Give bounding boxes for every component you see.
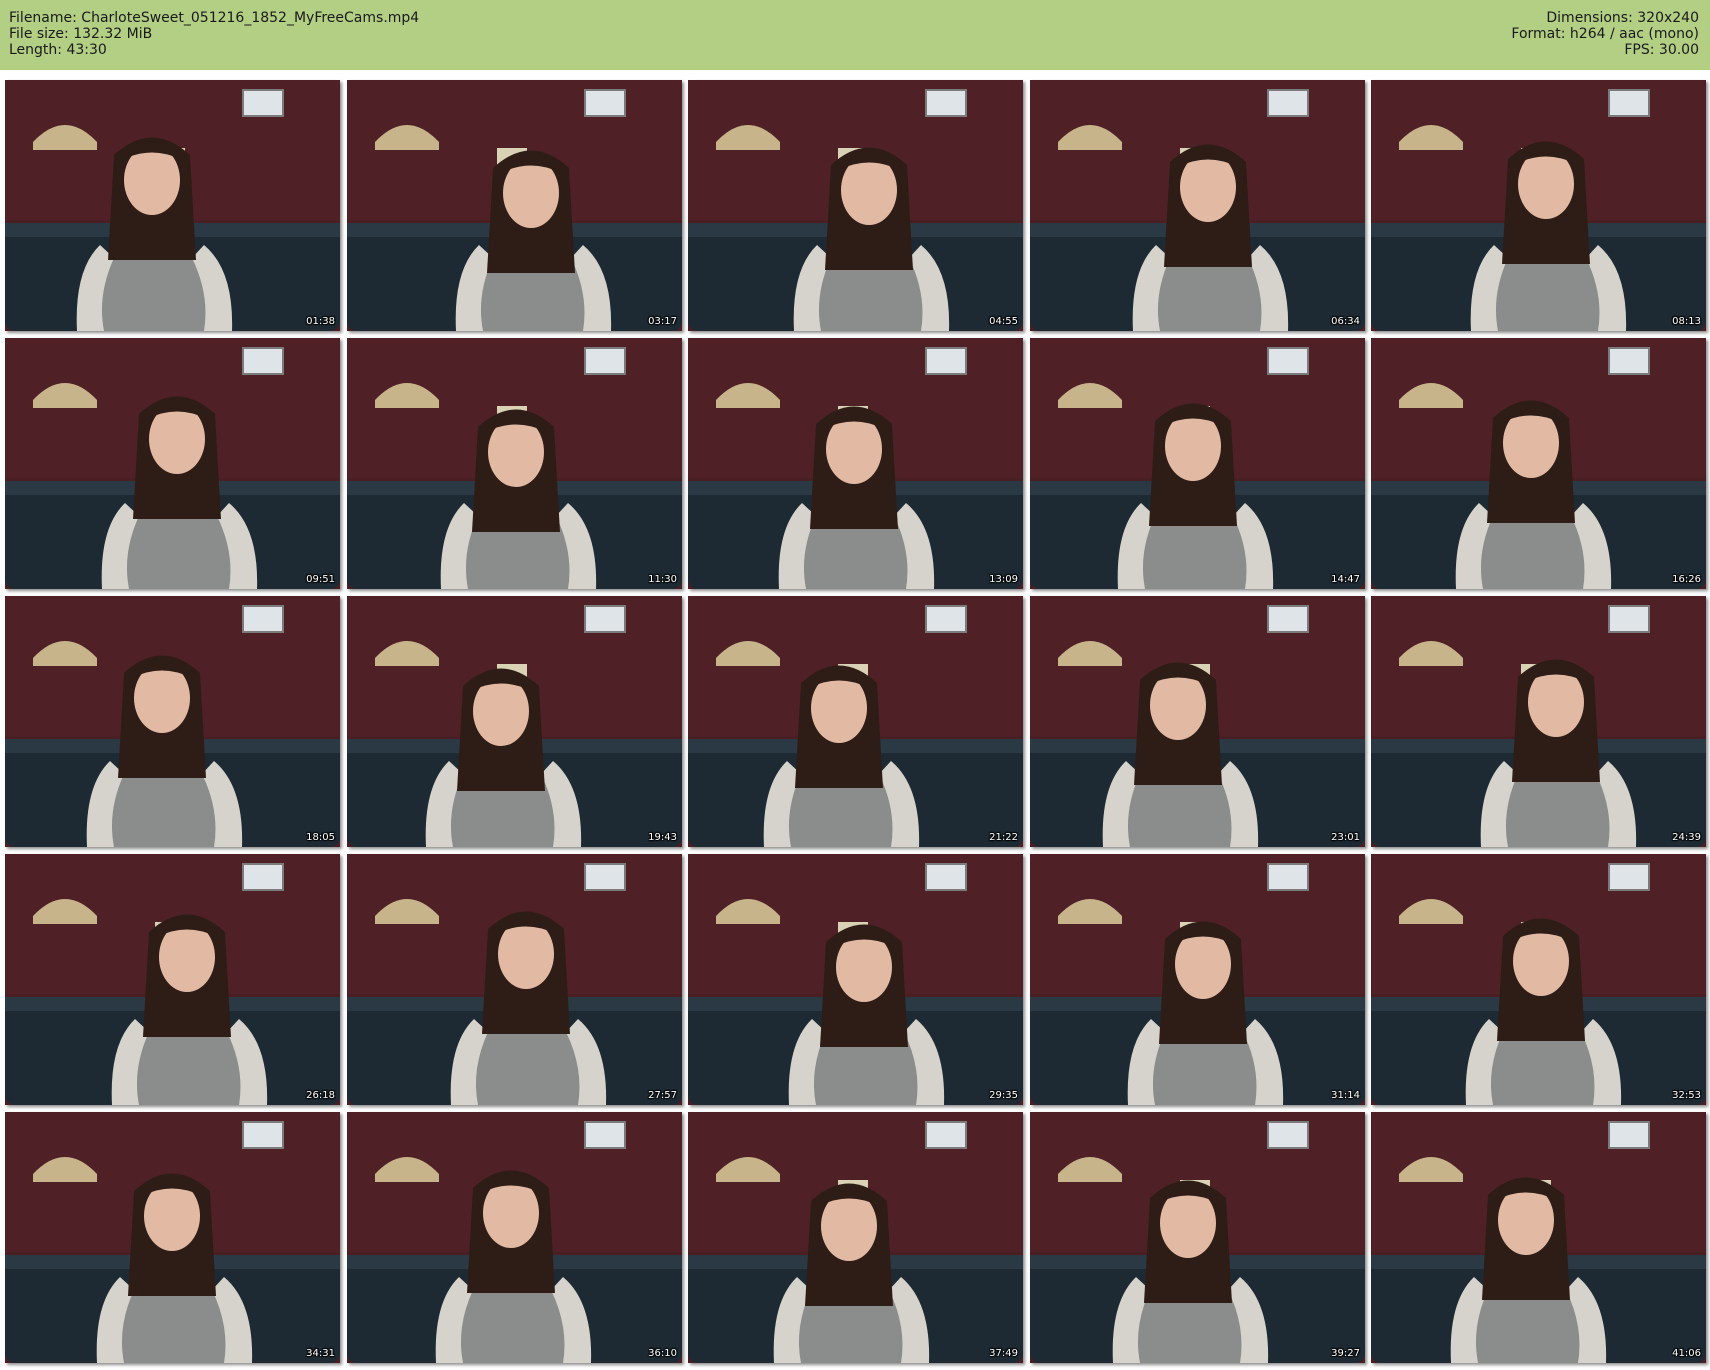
video-thumbnail: 26:18 bbox=[5, 854, 340, 1105]
thumbnail-timestamp: 26:18 bbox=[306, 1090, 335, 1101]
video-thumbnail: 32:53 bbox=[1371, 854, 1706, 1105]
video-frame bbox=[5, 80, 340, 331]
thumbnail-timestamp: 16:26 bbox=[1672, 574, 1701, 585]
dimensions-text: Dimensions: 320x240 bbox=[1546, 10, 1699, 26]
video-frame bbox=[347, 338, 682, 589]
thumbnail-timestamp: 08:13 bbox=[1672, 316, 1701, 327]
header-right-info: Dimensions: 320x240 Format: h264 / aac (… bbox=[1511, 10, 1699, 58]
video-frame bbox=[1030, 80, 1365, 331]
filename-text: Filename: CharloteSweet_051216_1852_MyFr… bbox=[9, 10, 420, 26]
video-thumbnail: 04:55 bbox=[688, 80, 1023, 331]
video-thumbnail: 06:34 bbox=[1030, 80, 1365, 331]
video-thumbnail: 36:10 bbox=[347, 1112, 682, 1363]
video-frame bbox=[688, 338, 1023, 589]
thumbnail-timestamp: 27:57 bbox=[648, 1090, 677, 1101]
video-thumbnail: 31:14 bbox=[1030, 854, 1365, 1105]
video-frame bbox=[688, 80, 1023, 331]
video-thumbnail: 09:51 bbox=[5, 338, 340, 589]
video-thumbnail: 41:06 bbox=[1371, 1112, 1706, 1363]
video-thumbnail: 23:01 bbox=[1030, 596, 1365, 847]
video-thumbnail: 11:30 bbox=[347, 338, 682, 589]
video-thumbnail: 21:22 bbox=[688, 596, 1023, 847]
video-frame bbox=[1030, 1112, 1365, 1363]
thumbnail-timestamp: 34:31 bbox=[306, 1348, 335, 1359]
thumbnail-timestamp: 06:34 bbox=[1331, 316, 1360, 327]
thumbnail-timestamp: 36:10 bbox=[648, 1348, 677, 1359]
video-frame bbox=[1371, 338, 1706, 589]
video-frame bbox=[1030, 596, 1365, 847]
video-thumbnail: 01:38 bbox=[5, 80, 340, 331]
header-left-info: Filename: CharloteSweet_051216_1852_MyFr… bbox=[9, 10, 419, 58]
filesize-text: File size: 132.32 MiB bbox=[9, 26, 153, 42]
thumbnail-timestamp: 13:09 bbox=[989, 574, 1018, 585]
video-thumbnail: 27:57 bbox=[347, 854, 682, 1105]
video-thumbnail: 19:43 bbox=[347, 596, 682, 847]
video-frame bbox=[347, 854, 682, 1105]
video-thumbnail: 14:47 bbox=[1030, 338, 1365, 589]
format-text: Format: h264 / aac (mono) bbox=[1511, 26, 1699, 42]
video-thumbnail: 29:35 bbox=[688, 854, 1023, 1105]
video-frame bbox=[5, 854, 340, 1105]
video-frame bbox=[5, 596, 340, 847]
video-frame bbox=[347, 80, 682, 331]
video-frame bbox=[688, 854, 1023, 1105]
video-frame bbox=[688, 596, 1023, 847]
length-text: Length: 43:30 bbox=[9, 42, 107, 58]
thumbnail-timestamp: 14:47 bbox=[1331, 574, 1360, 585]
thumbnail-timestamp: 19:43 bbox=[648, 832, 677, 843]
info-header: Filename: CharloteSweet_051216_1852_MyFr… bbox=[0, 0, 1710, 70]
video-thumbnail: 08:13 bbox=[1371, 80, 1706, 331]
thumbnail-timestamp: 24:39 bbox=[1672, 832, 1701, 843]
video-frame bbox=[1371, 1112, 1706, 1363]
thumbnail-timestamp: 18:05 bbox=[306, 832, 335, 843]
thumbnail-timestamp: 41:06 bbox=[1672, 1348, 1701, 1359]
video-frame bbox=[1371, 854, 1706, 1105]
thumbnail-timestamp: 03:17 bbox=[648, 316, 677, 327]
video-thumbnail: 34:31 bbox=[5, 1112, 340, 1363]
video-thumbnail: 13:09 bbox=[688, 338, 1023, 589]
thumbnail-timestamp: 39:27 bbox=[1331, 1348, 1360, 1359]
thumbnail-timestamp: 29:35 bbox=[989, 1090, 1018, 1101]
video-frame bbox=[347, 596, 682, 847]
video-frame bbox=[1371, 596, 1706, 847]
thumbnail-timestamp: 11:30 bbox=[648, 574, 677, 585]
thumbnail-grid: 01:38 03:17 04:55 06:34 08:13 09:51 11:3… bbox=[5, 80, 1706, 1365]
video-frame bbox=[5, 1112, 340, 1363]
video-frame bbox=[1030, 338, 1365, 589]
video-thumbnail: 24:39 bbox=[1371, 596, 1706, 847]
video-thumbnail: 37:49 bbox=[688, 1112, 1023, 1363]
thumbnail-timestamp: 04:55 bbox=[989, 316, 1018, 327]
thumbnail-timestamp: 23:01 bbox=[1331, 832, 1360, 843]
thumbnail-timestamp: 21:22 bbox=[989, 832, 1018, 843]
video-frame bbox=[347, 1112, 682, 1363]
video-thumbnail: 16:26 bbox=[1371, 338, 1706, 589]
thumbnail-timestamp: 37:49 bbox=[989, 1348, 1018, 1359]
video-thumbnail: 03:17 bbox=[347, 80, 682, 331]
thumbnail-timestamp: 31:14 bbox=[1331, 1090, 1360, 1101]
video-thumbnail: 18:05 bbox=[5, 596, 340, 847]
thumbnail-timestamp: 01:38 bbox=[306, 316, 335, 327]
video-frame bbox=[1371, 80, 1706, 331]
thumbnail-timestamp: 09:51 bbox=[306, 574, 335, 585]
thumbnail-timestamp: 32:53 bbox=[1672, 1090, 1701, 1101]
video-frame bbox=[1030, 854, 1365, 1105]
video-frame bbox=[688, 1112, 1023, 1363]
video-frame bbox=[5, 338, 340, 589]
fps-text: FPS: 30.00 bbox=[1624, 42, 1699, 58]
video-thumbnail: 39:27 bbox=[1030, 1112, 1365, 1363]
